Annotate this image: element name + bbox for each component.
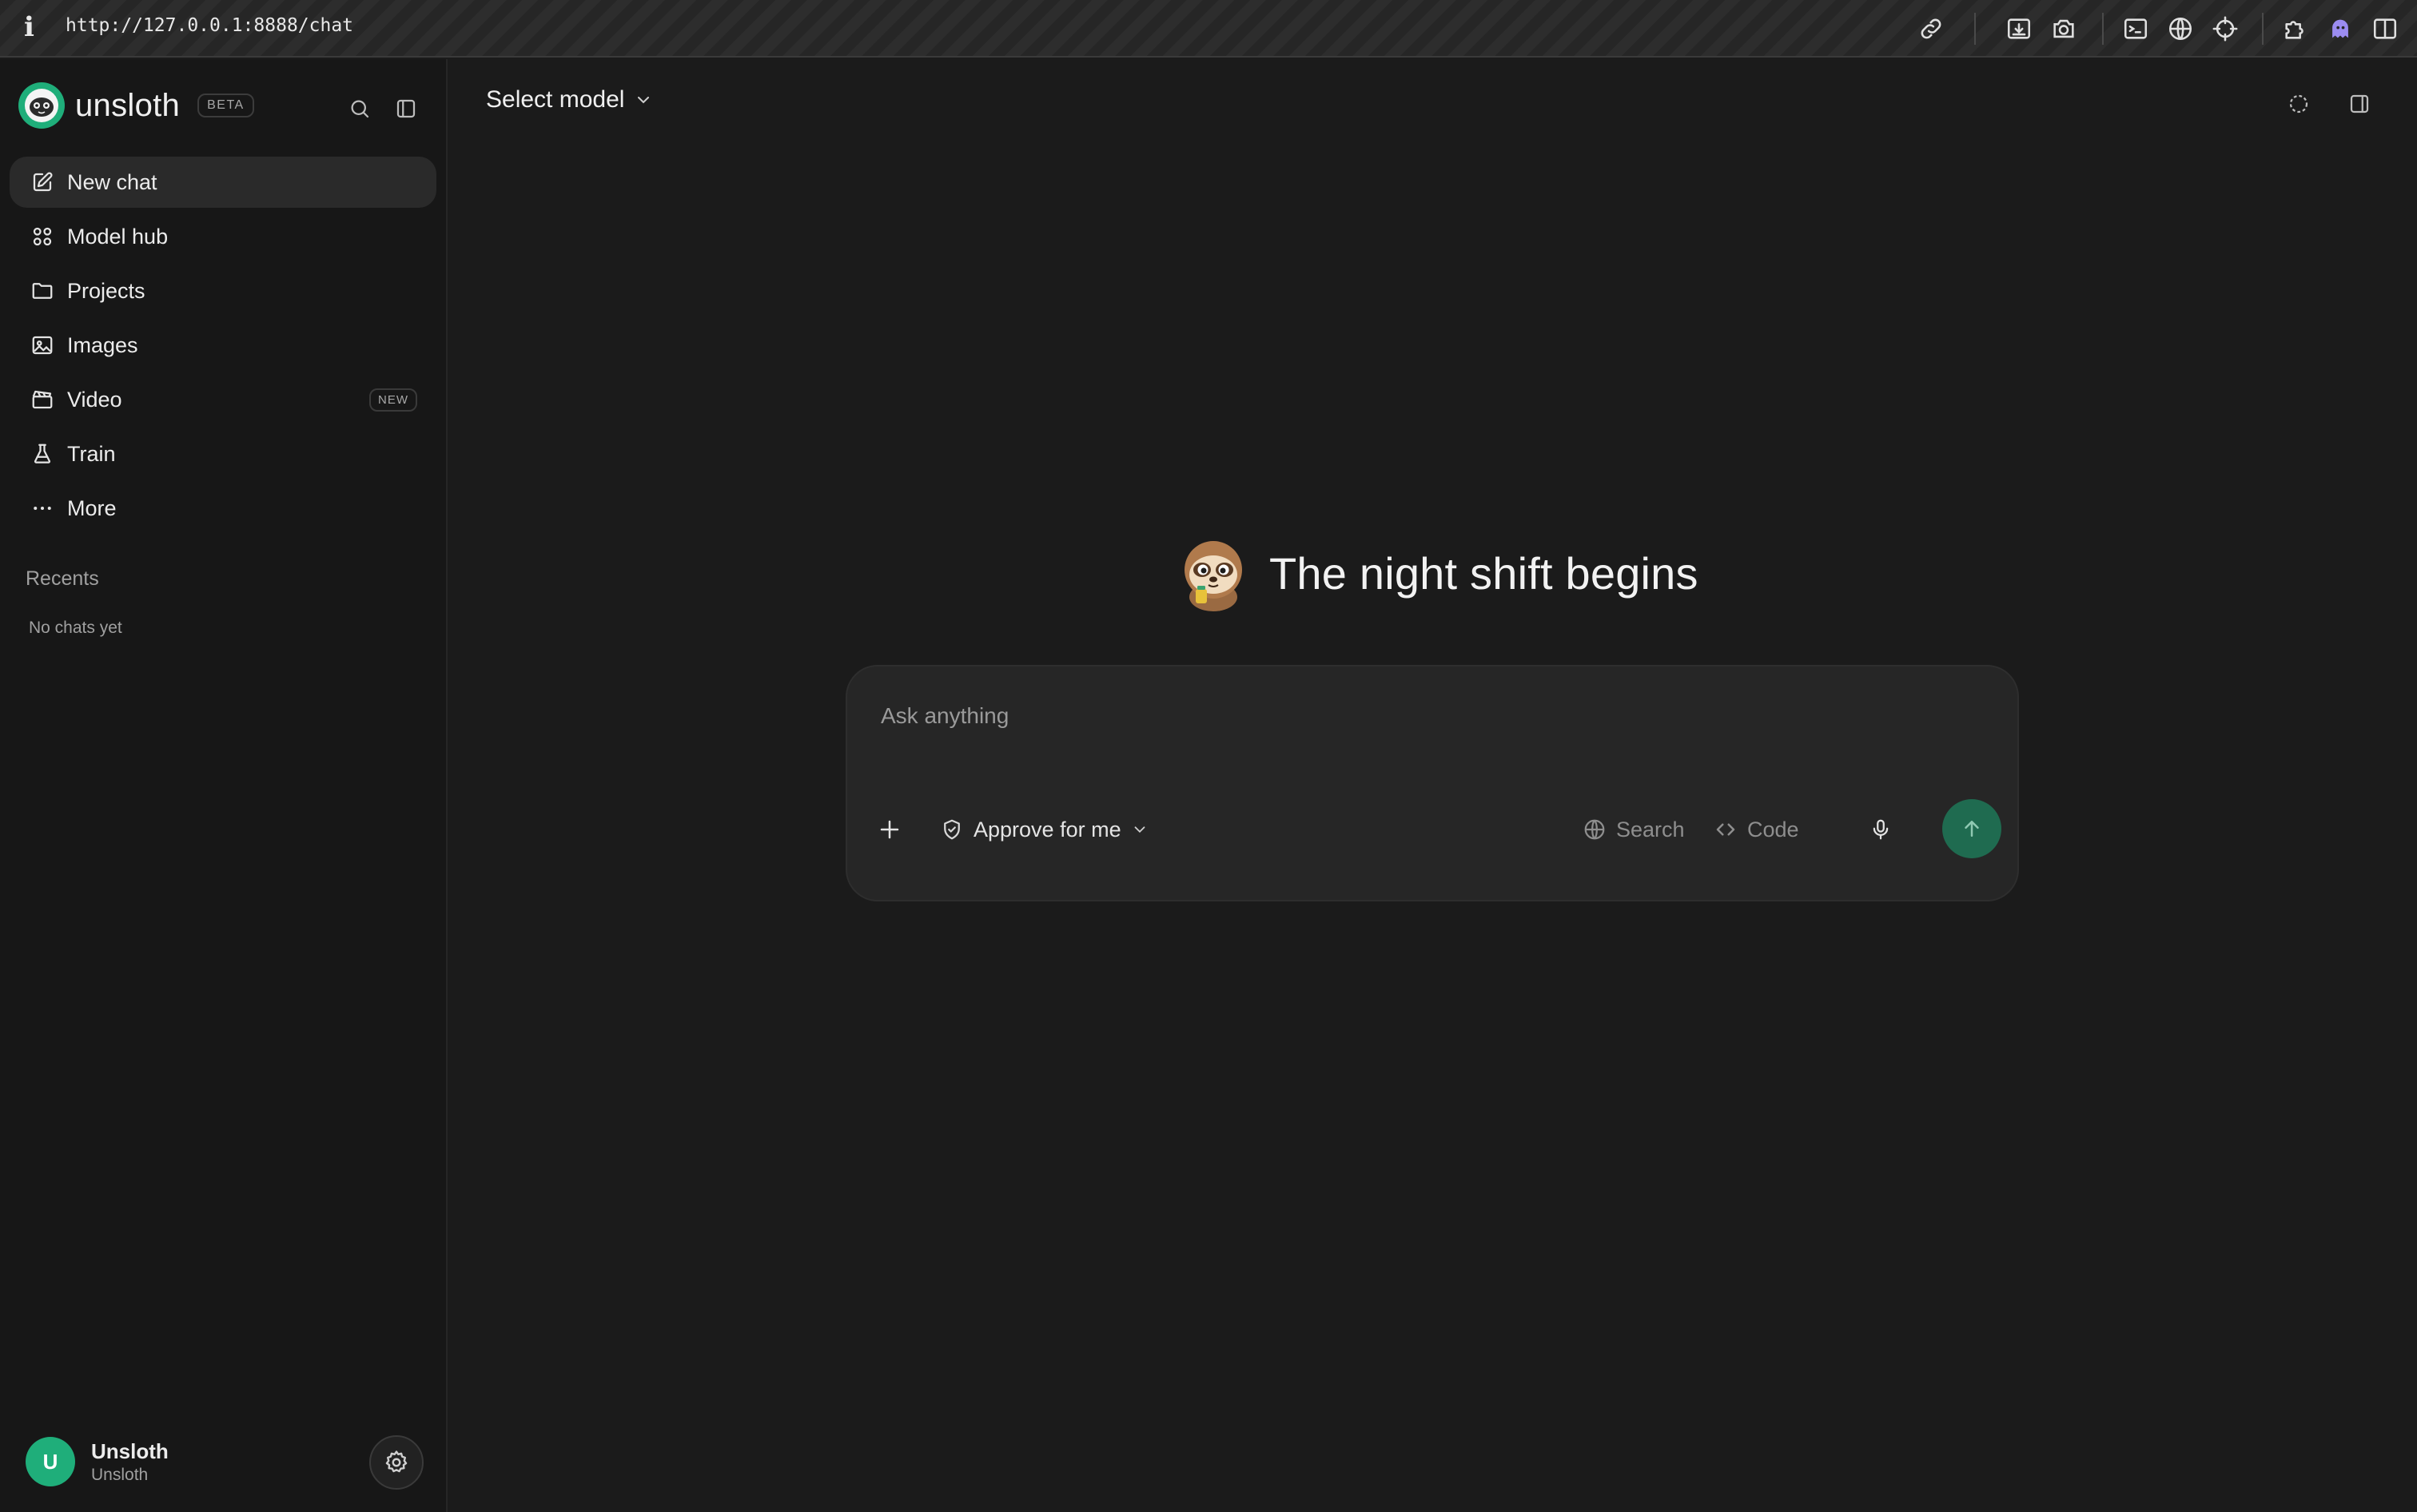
attach-button[interactable] bbox=[878, 807, 902, 852]
sidebar-item-label: New chat bbox=[67, 169, 157, 194]
split-view-icon[interactable] bbox=[2369, 13, 2401, 45]
shield-check-icon bbox=[944, 819, 960, 840]
approve-mode-dropdown[interactable]: Approve for me bbox=[940, 807, 1149, 852]
avatar: U bbox=[26, 1437, 75, 1486]
address-bar-url[interactable]: http://127.0.0.1:8888/chat bbox=[66, 15, 353, 36]
new-badge: NEW bbox=[369, 388, 417, 412]
sidebar-item-label: Model hub bbox=[67, 224, 169, 249]
image-icon bbox=[32, 336, 53, 355]
chevron-down-icon bbox=[638, 97, 650, 104]
send-button[interactable] bbox=[1942, 799, 2001, 858]
code-toggle-button[interactable]: Code bbox=[1714, 807, 1799, 852]
sidebar-item-label: Train bbox=[67, 441, 116, 466]
page-info-icon[interactable]: i bbox=[24, 11, 34, 43]
sidebar-item-model-hub[interactable]: Model hub bbox=[10, 211, 436, 262]
ghost-icon[interactable] bbox=[2324, 13, 2356, 45]
camera-icon[interactable] bbox=[2048, 13, 2080, 45]
sidebar-item-label: More bbox=[67, 495, 117, 520]
plus-icon bbox=[880, 820, 899, 839]
greeting-title: The night shift begins bbox=[1269, 547, 1698, 599]
brand[interactable]: unsloth BETA bbox=[18, 82, 254, 129]
browser-toolbar: i http://127.0.0.1:8888/chat bbox=[0, 0, 2417, 58]
microphone-icon bbox=[1873, 819, 1889, 840]
toolbar-separator bbox=[2262, 13, 2264, 45]
search-icon[interactable] bbox=[342, 91, 377, 126]
sidebar-item-label: Images bbox=[67, 332, 138, 357]
link-icon[interactable] bbox=[1915, 13, 1947, 45]
model-select-label: Select model bbox=[486, 86, 625, 113]
right-panel-toggle-icon[interactable] bbox=[2342, 86, 2377, 121]
puzzle-icon[interactable] bbox=[2280, 13, 2311, 45]
flask-icon bbox=[34, 444, 51, 464]
sidebar-item-train[interactable]: Train bbox=[10, 428, 436, 479]
recents-heading: Recents bbox=[26, 567, 99, 590]
chat-input[interactable] bbox=[881, 698, 1984, 734]
code-icon bbox=[1716, 823, 1735, 836]
unsloth-logo-icon bbox=[18, 82, 65, 129]
greeting: The night shift begins bbox=[1173, 529, 1698, 617]
user-name: Unsloth bbox=[91, 1438, 169, 1463]
toolbar-separator bbox=[2102, 13, 2104, 45]
chevron-down-icon bbox=[1134, 826, 1145, 834]
chat-composer: Approve for me Search Code bbox=[846, 665, 2019, 901]
sidebar-item-video[interactable]: Video NEW bbox=[10, 374, 436, 425]
sidebar-item-new-chat[interactable]: New chat bbox=[10, 157, 436, 208]
clapperboard-icon bbox=[32, 390, 53, 409]
ellipsis-icon bbox=[34, 507, 51, 510]
gear-icon bbox=[385, 1450, 408, 1473]
user-profile[interactable]: U Unsloth Unsloth bbox=[26, 1437, 169, 1486]
temporary-chat-icon[interactable] bbox=[2281, 86, 2316, 121]
settings-button[interactable] bbox=[369, 1435, 424, 1490]
grid-icon bbox=[33, 227, 52, 246]
sloth-mascot-icon bbox=[1185, 541, 1242, 611]
brand-name: unsloth bbox=[75, 87, 181, 123]
sidebar-item-label: Projects bbox=[67, 278, 145, 303]
approve-mode-label: Approve for me bbox=[974, 817, 1121, 842]
user-subtitle: Unsloth bbox=[91, 1465, 149, 1484]
sidebar-item-more[interactable]: More bbox=[10, 483, 436, 534]
sidebar-item-label: Video bbox=[67, 387, 122, 412]
edit-icon bbox=[33, 172, 53, 192]
voice-input-button[interactable] bbox=[1869, 807, 1893, 852]
crosshair-icon[interactable] bbox=[2209, 13, 2241, 45]
beta-badge: BETA bbox=[197, 94, 254, 117]
main-area: Select model The night shift begins Ask … bbox=[449, 59, 2417, 1512]
folder-icon bbox=[32, 283, 53, 299]
sidebar-nav: New chat Model hub Projects Images Video… bbox=[10, 157, 436, 537]
search-toggle-label: Search bbox=[1616, 817, 1685, 842]
globe-icon[interactable] bbox=[2164, 13, 2196, 45]
sidebar: unsloth BETA New chat Model hub Projects… bbox=[0, 59, 448, 1512]
sidebar-item-images[interactable]: Images bbox=[10, 320, 436, 371]
model-select-dropdown[interactable]: Select model bbox=[486, 86, 653, 113]
download-box-icon[interactable] bbox=[2003, 13, 2035, 45]
recents-empty-text: No chats yet bbox=[29, 619, 122, 637]
sidebar-toggle-icon[interactable] bbox=[388, 91, 424, 126]
arrow-up-icon bbox=[1965, 821, 1979, 837]
sidebar-item-projects[interactable]: Projects bbox=[10, 265, 436, 316]
toolbar-separator bbox=[1974, 13, 1976, 45]
globe-icon bbox=[1584, 819, 1605, 840]
terminal-icon[interactable] bbox=[2120, 13, 2152, 45]
search-toggle-button[interactable]: Search bbox=[1583, 807, 1685, 852]
code-toggle-label: Code bbox=[1747, 817, 1799, 842]
